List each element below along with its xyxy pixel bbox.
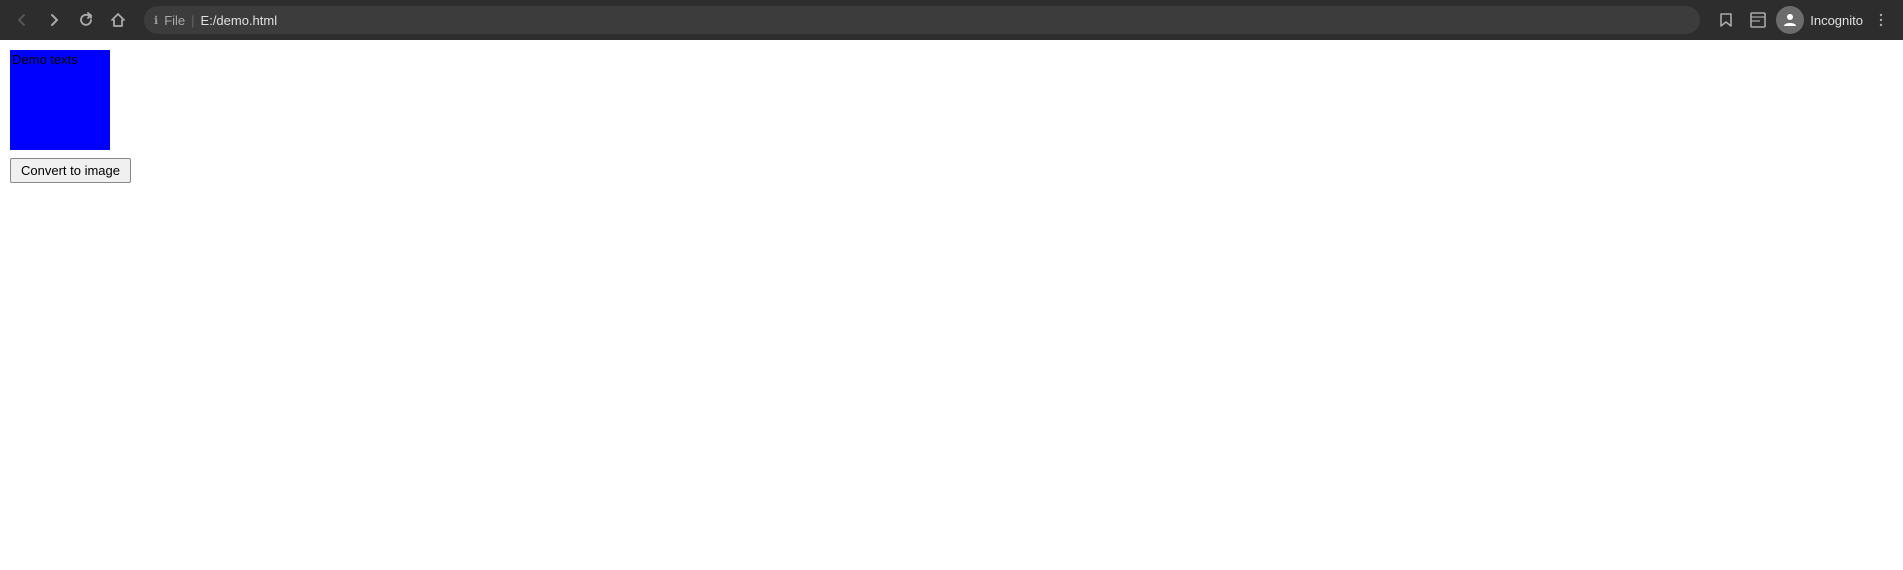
demo-text: Demo texts bbox=[12, 52, 78, 67]
address-bar[interactable]: ℹ File | E:/demo.html bbox=[144, 6, 1700, 34]
bookmark-button[interactable] bbox=[1712, 6, 1740, 34]
file-label: File bbox=[164, 13, 185, 28]
demo-box: Demo texts bbox=[10, 50, 110, 150]
right-controls: Incognito bbox=[1712, 6, 1895, 34]
reload-button[interactable] bbox=[72, 6, 100, 34]
home-button[interactable] bbox=[104, 6, 132, 34]
back-button[interactable] bbox=[8, 6, 36, 34]
page-content: Demo texts Convert to image bbox=[0, 40, 1903, 570]
nav-buttons bbox=[8, 6, 132, 34]
profile-label: Incognito bbox=[1810, 13, 1863, 28]
address-text: E:/demo.html bbox=[201, 13, 278, 28]
browser-toolbar: ℹ File | E:/demo.html Incognito bbox=[0, 0, 1903, 40]
convert-to-image-button[interactable]: Convert to image bbox=[10, 158, 131, 183]
page-info-icon: ℹ bbox=[154, 14, 158, 27]
address-separator: | bbox=[191, 13, 194, 28]
tab-search-button[interactable] bbox=[1744, 6, 1772, 34]
menu-button[interactable] bbox=[1867, 6, 1895, 34]
profile-button[interactable] bbox=[1776, 6, 1804, 34]
forward-button[interactable] bbox=[40, 6, 68, 34]
